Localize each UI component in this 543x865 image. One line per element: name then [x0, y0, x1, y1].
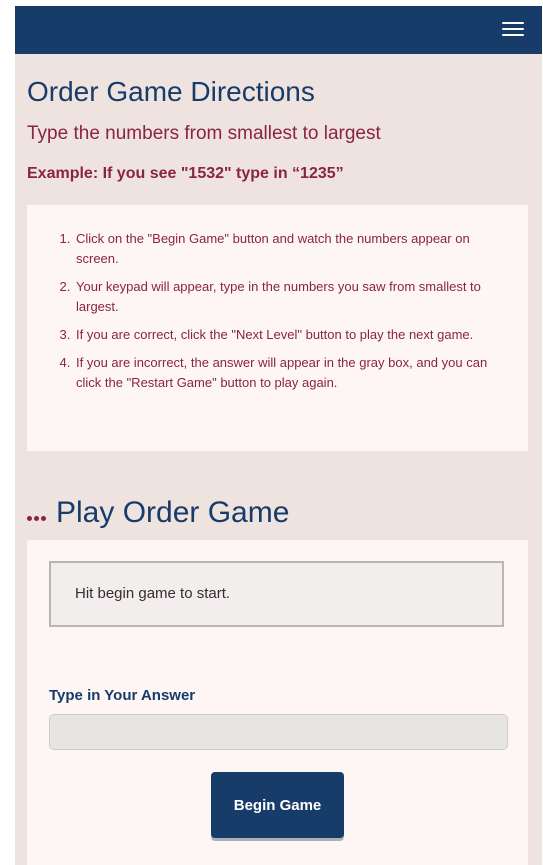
page: Order Game Directions Type the numbers f…	[15, 6, 542, 865]
game-panel: Hit begin game to start. Type in Your An…	[27, 540, 528, 865]
directions-steps-list: Click on the "Begin Game" button and wat…	[27, 205, 528, 393]
menu-line	[502, 22, 524, 24]
direction-step: If you are incorrect, the answer will ap…	[74, 353, 506, 393]
three-dots-icon	[27, 494, 48, 530]
direction-step: If you are correct, click the "Next Leve…	[74, 325, 506, 345]
answer-input[interactable]	[49, 714, 508, 750]
directions-subtitle: Type the numbers from smallest to larges…	[27, 123, 381, 144]
directions-steps-box: Click on the "Begin Game" button and wat…	[27, 205, 528, 451]
answer-label: Type in Your Answer	[49, 687, 196, 704]
direction-step: Your keypad will appear, type in the num…	[74, 277, 506, 317]
play-title: Play Order Game	[27, 495, 289, 531]
menu-line	[502, 34, 524, 36]
begin-game-button[interactable]: Begin Game	[211, 772, 344, 838]
display-message: Hit begin game to start.	[75, 585, 231, 602]
directions-title: Order Game Directions	[27, 76, 315, 107]
direction-step: Click on the "Begin Game" button and wat…	[74, 229, 506, 269]
play-title-text: Play Order Game	[56, 496, 290, 529]
hamburger-menu-icon[interactable]	[502, 20, 524, 38]
menu-line	[502, 28, 524, 30]
top-nav-bar	[15, 6, 542, 54]
number-display-box: Hit begin game to start.	[49, 561, 504, 627]
directions-example: Example: If you see "1532" type in “1235…	[27, 165, 344, 182]
